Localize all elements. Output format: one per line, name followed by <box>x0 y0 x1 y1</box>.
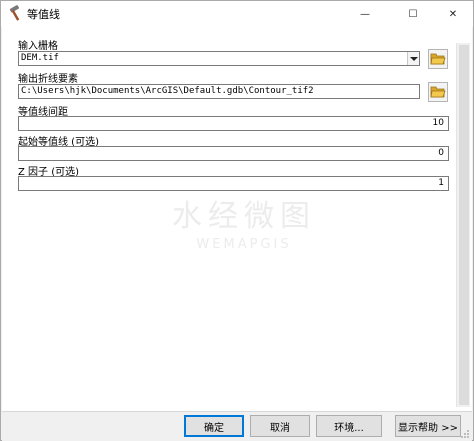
base-contour-input[interactable]: 0 <box>18 146 449 161</box>
title-bar[interactable]: 等值线 — ☐ ✕ <box>1 1 473 27</box>
input-raster-dropdown[interactable]: DEM.tif <box>18 51 420 66</box>
hammer-icon <box>7 5 25 23</box>
vertical-scrollbar[interactable] <box>456 43 470 407</box>
output-features-label: 输出折线要素 <box>18 74 78 85</box>
contour-interval-input[interactable]: 10 <box>18 116 449 131</box>
show-help-button[interactable]: 显示帮助 >> <box>395 415 461 437</box>
scrollbar-thumb[interactable] <box>459 45 469 405</box>
output-features-input[interactable]: C:\Users\hjk\Documents\ArcGIS\Default.gd… <box>18 84 420 99</box>
folder-open-icon <box>430 53 446 65</box>
watermark-subtitle: WEMAPGIS <box>196 237 292 252</box>
environments-button[interactable]: 环境... <box>316 415 382 437</box>
watermark: 水经微图 WEMAPGIS <box>154 191 334 261</box>
input-raster-label: 输入栅格 <box>18 41 58 52</box>
chevron-down-icon[interactable] <box>407 52 419 65</box>
cancel-button[interactable]: 取消 <box>250 415 310 437</box>
input-raster-browse-button[interactable] <box>428 49 448 69</box>
z-factor-input[interactable]: 1 <box>18 176 449 191</box>
folder-open-icon <box>430 86 446 98</box>
resize-grip-icon[interactable] <box>460 429 470 439</box>
button-bar: 确定 取消 环境... 显示帮助 >> <box>2 411 472 441</box>
watermark-title: 水经微图 <box>172 199 316 234</box>
window-title: 等值线 <box>27 8 60 21</box>
output-features-browse-button[interactable] <box>428 82 448 102</box>
ok-button[interactable]: 确定 <box>184 415 244 437</box>
parameters-panel: 输入栅格 DEM.tif 输出折线要素 C:\Users\hjk\Documen… <box>2 27 472 411</box>
close-button[interactable]: ✕ <box>433 1 473 27</box>
tool-dialog-window: 等值线 — ☐ ✕ 输入栅格 DEM.tif 输出折线要素 C:\Users\h… <box>0 0 474 441</box>
minimize-button[interactable]: — <box>345 1 385 27</box>
maximize-button[interactable]: ☐ <box>393 1 433 27</box>
input-raster-value: DEM.tif <box>21 53 59 63</box>
